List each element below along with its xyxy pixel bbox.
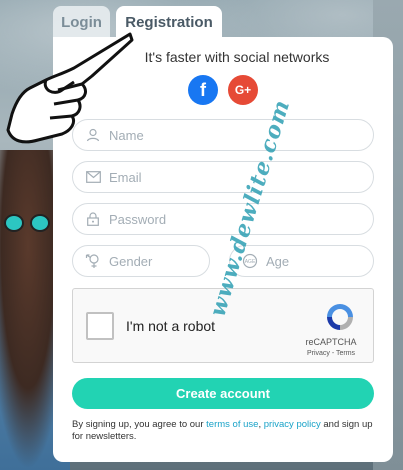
name-input[interactable] xyxy=(109,127,289,143)
password-field[interactable] xyxy=(72,203,374,235)
background-sunglasses xyxy=(0,214,55,234)
registration-card: It's faster with social networks f G+ AG… xyxy=(53,37,393,462)
gender-icon xyxy=(85,253,101,269)
email-input[interactable] xyxy=(109,169,289,185)
lock-icon xyxy=(85,211,101,227)
recaptcha-label: I'm not a robot xyxy=(126,318,216,334)
terms-of-use-link[interactable]: terms of use xyxy=(206,419,258,430)
social-title: It's faster with social networks xyxy=(144,49,330,65)
recaptcha-privacy-terms[interactable]: Privacy - Terms xyxy=(301,350,361,357)
facebook-icon: f xyxy=(200,79,206,100)
age-field[interactable]: AGE xyxy=(229,245,374,277)
google-plus-login-button[interactable]: G+ xyxy=(228,75,258,105)
svg-text:AGE: AGE xyxy=(245,259,256,265)
envelope-icon xyxy=(85,169,101,185)
facebook-login-button[interactable]: f xyxy=(188,75,218,105)
age-input[interactable] xyxy=(266,253,356,269)
recaptcha-icon xyxy=(327,304,353,330)
terms-text: By signing up, you agree to our terms of… xyxy=(72,419,377,443)
name-field[interactable] xyxy=(72,119,374,151)
google-plus-icon: G+ xyxy=(234,83,252,97)
terms-prefix: By signing up, you agree to our xyxy=(72,419,207,430)
gender-select[interactable] xyxy=(109,253,199,269)
recaptcha-widget: I'm not a robot reCAPTCHA Privacy - Term… xyxy=(72,288,374,363)
privacy-policy-link[interactable]: privacy policy xyxy=(264,419,321,430)
create-account-button[interactable]: Create account xyxy=(72,378,374,409)
tab-registration[interactable]: Registration xyxy=(116,6,222,38)
age-icon: AGE xyxy=(242,253,258,269)
email-field[interactable] xyxy=(72,161,374,193)
user-icon xyxy=(85,127,101,143)
recaptcha-brand: reCAPTCHA xyxy=(305,337,357,347)
gender-field[interactable] xyxy=(72,245,210,277)
tab-login[interactable]: Login xyxy=(53,6,110,38)
password-input[interactable] xyxy=(109,211,289,227)
recaptcha-checkbox[interactable] xyxy=(86,312,114,340)
